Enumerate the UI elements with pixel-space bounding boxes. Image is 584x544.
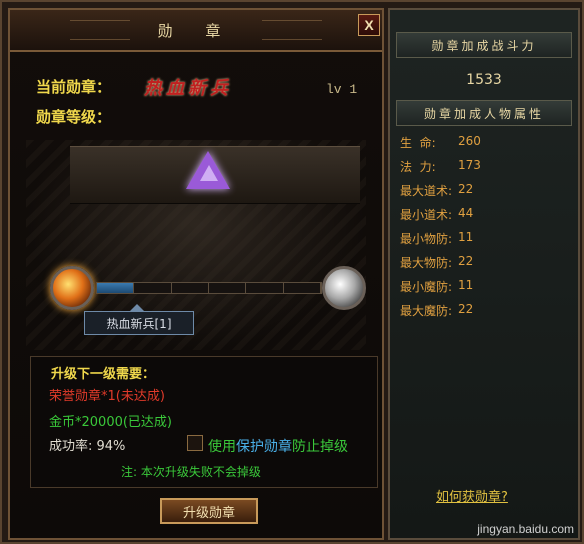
attribute-row: 最大魔防: 22 [400, 302, 570, 319]
requirements-title: 升级下一级需要： [51, 367, 156, 382]
attribute-label: 最大物防: [400, 256, 453, 270]
attribute-row: 最小魔防: 11 [400, 278, 570, 295]
power-bonus-value: 1533 [466, 72, 502, 88]
next-medal-orb-icon[interactable] [322, 266, 366, 310]
upgrade-note: 注: 本次升级失败不会掉级 [121, 465, 261, 479]
attribute-bonus-header: 勋章加成人物属性 [396, 100, 572, 126]
attribute-row: 最小道术: 44 [400, 206, 570, 223]
medal-grade-label: 勋章等级： [36, 108, 112, 126]
power-bonus-header: 勋章加成战斗力 [396, 32, 572, 58]
medal-tooltip: 热血新兵[1] [84, 311, 194, 335]
honor-medal-requirement: 荣誉勋章*1(未达成) [49, 389, 165, 404]
attribute-value: 11 [458, 278, 474, 292]
upgrade-medal-button[interactable]: 升级勋章 [160, 498, 258, 524]
attribute-label: 最小魔防: [400, 280, 453, 294]
success-rate: 成功率: 94% [49, 439, 126, 454]
gold-requirement: 金币*20000(已达成) [49, 415, 172, 430]
progress-segment [209, 283, 247, 293]
medal-panel: 勋 章 X 当前勋章： 热血新兵 lv 1 勋章等级： 热血新兵[1] 升级下一… [8, 8, 384, 540]
watermark: jingyan.baidu.com [477, 522, 574, 536]
window-title: 勋 章 [157, 21, 235, 40]
current-medal-label: 当前勋章： [36, 78, 112, 96]
protect-medal-checkbox[interactable] [187, 435, 203, 451]
progress-segment [134, 283, 172, 293]
attribute-value: 22 [458, 182, 474, 196]
protect-medal-link[interactable]: 保护勋章 [236, 439, 292, 455]
progress-segment [97, 283, 135, 293]
attribute-value: 44 [458, 206, 474, 220]
protect-prefix: 使用 [208, 439, 236, 455]
medal-name: 热血新兵 [144, 78, 232, 99]
attribute-label: 最大魔防: [400, 304, 453, 318]
attribute-label: 法 力: [400, 160, 436, 174]
attribute-value: 260 [458, 134, 481, 148]
attribute-value: 22 [458, 254, 474, 268]
level-text: lv 1 [326, 82, 358, 97]
attribute-label: 最小物防: [400, 232, 453, 246]
title-bar[interactable]: 勋 章 X [10, 10, 382, 52]
current-medal-orb-icon[interactable] [50, 266, 94, 310]
progress-segment [246, 283, 284, 293]
how-to-get-medal-link[interactable]: 如何获勋章? [436, 486, 508, 505]
attribute-row: 法 力: 173 [400, 158, 570, 175]
progress-segment [284, 283, 321, 293]
requirements-box: 升级下一级需要： 荣誉勋章*1(未达成) 金币*20000(已达成) 成功率: … [30, 356, 378, 488]
protect-medal-label[interactable]: 使用保护勋章防止掉级 [208, 436, 348, 456]
attribute-row: 最小物防: 11 [400, 230, 570, 247]
attribute-label: 最小道术: [400, 208, 453, 222]
attribute-row: 最大道术: 22 [400, 182, 570, 199]
tooltip-arrow [130, 304, 144, 311]
protect-suffix: 防止掉级 [292, 439, 348, 455]
attribute-value: 173 [458, 158, 481, 172]
game-window: 勋 章 X 当前勋章： 热血新兵 lv 1 勋章等级： 热血新兵[1] 升级下一… [0, 0, 584, 544]
triangle-highlight [200, 165, 218, 181]
attribute-label: 最大道术: [400, 184, 453, 198]
title-ornament-right [262, 20, 322, 40]
attribute-value: 11 [458, 230, 474, 244]
close-button[interactable]: X [358, 14, 380, 36]
bonus-panel: 勋章加成战斗力 1533 勋章加成人物属性 生 命: 260 法 力: 173 最大道术… [388, 8, 580, 540]
attribute-row: 最大物防: 22 [400, 254, 570, 271]
title-ornament-left [70, 20, 130, 40]
attribute-label: 生 命: [400, 136, 436, 150]
level-progress-bar [96, 282, 322, 294]
attribute-value: 22 [458, 302, 474, 316]
progress-segment [172, 283, 209, 293]
attribute-row: 生 命: 260 [400, 134, 570, 151]
